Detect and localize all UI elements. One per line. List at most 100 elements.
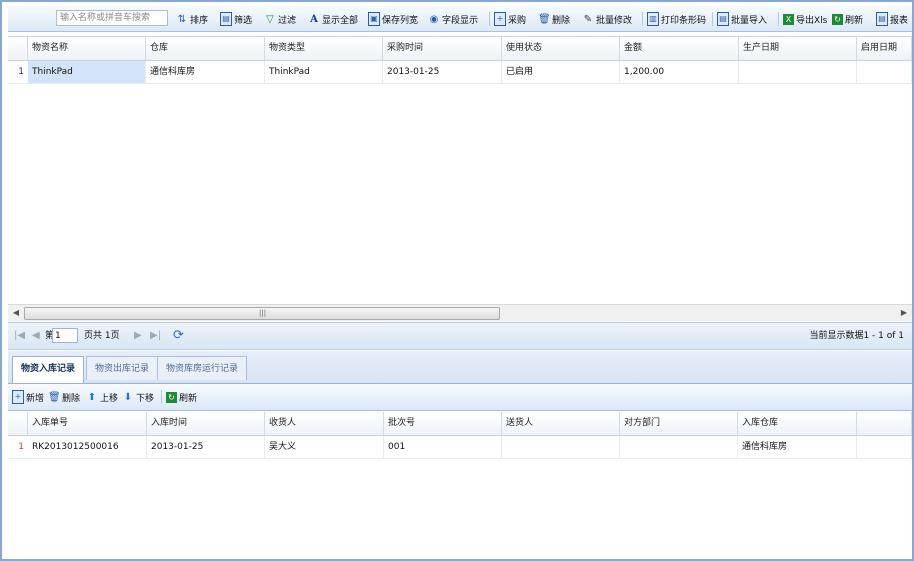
refresh-button[interactable]: ↻ 刷新 xyxy=(166,389,197,405)
tab-warehouse-records[interactable]: 物资库房运行记录 xyxy=(157,356,248,380)
rownum-header xyxy=(8,412,28,435)
table-cell[interactable]: 通信科库房 xyxy=(146,61,265,83)
report-button[interactable]: ▤ 报表 xyxy=(876,11,908,27)
toolbar-divider xyxy=(642,12,643,26)
rownum-header xyxy=(8,37,28,60)
column-header[interactable]: 收货人 xyxy=(265,412,384,435)
batch-edit-button[interactable]: ✎ 批量修改 xyxy=(582,11,632,27)
column-header[interactable]: 金额 xyxy=(620,37,739,60)
row-number: 1 xyxy=(18,67,24,77)
table-cell[interactable] xyxy=(620,436,738,458)
column-header[interactable]: 物资类型 xyxy=(265,37,383,60)
table-cell[interactable]: 2013-01-25 xyxy=(383,61,502,83)
first-page-icon[interactable]: |◀ xyxy=(14,329,25,343)
column-header[interactable]: 生产日期 xyxy=(739,37,857,60)
sort-label: 排序 xyxy=(190,15,209,26)
refresh-button[interactable]: ↻ 刷新 xyxy=(832,11,863,27)
horizontal-scrollbar[interactable]: ◀ ||| ▶ xyxy=(8,304,912,321)
tab-outbound-records[interactable]: 物资出库记录 xyxy=(86,356,159,380)
toolbar-divider xyxy=(712,12,713,26)
column-header[interactable]: 入库单号 xyxy=(28,412,147,435)
table-cell xyxy=(857,436,912,458)
table-cell[interactable]: ThinkPad xyxy=(28,61,146,83)
tab-strip: 物资入库记录 物资出库记录 物资库房运行记录 xyxy=(8,351,912,384)
arrow-up-icon: ⬆ xyxy=(87,391,97,403)
table-cell[interactable]: 001 xyxy=(384,436,502,458)
refresh-icon[interactable]: ⟳ xyxy=(173,328,184,343)
column-header[interactable]: 使用状态 xyxy=(502,37,620,60)
funnel-button[interactable]: ▽ 过滤 xyxy=(264,11,296,27)
table-cell[interactable] xyxy=(502,436,620,458)
column-header[interactable]: 入库仓库 xyxy=(738,412,857,435)
table-cell[interactable] xyxy=(857,61,912,83)
table-row[interactable]: 1 RK2013012500016 2013-01-25 吴大义 001 通信科… xyxy=(8,436,912,459)
column-header[interactable]: 仓库 xyxy=(146,37,265,60)
scroll-thumb[interactable]: ||| xyxy=(24,307,500,320)
delete-button[interactable]: 🗑 删除 xyxy=(538,11,570,27)
eye-icon: ◉ xyxy=(429,13,439,25)
table-cell[interactable]: ThinkPad xyxy=(265,61,383,83)
scroll-left-icon[interactable]: ◀ xyxy=(8,305,24,321)
table-row[interactable]: 1 ThinkPad 通信科库房 ThinkPad 2013-01-25 已启用… xyxy=(8,61,912,84)
grip-icon: ||| xyxy=(259,309,267,317)
add-doc-icon: + xyxy=(494,12,506,26)
font-icon: A xyxy=(310,13,318,25)
main-toolbar: 输入名称或拼音车搜索 ⇅ 排序 ▤ 筛选 ▽ 过滤 A 显示全部 ▣ 保存列宽 … xyxy=(8,6,912,32)
table-cell[interactable]: 1,200.00 xyxy=(620,61,739,83)
save-columns-button[interactable]: ▣ 保存列宽 xyxy=(368,11,418,27)
report-icon: ▤ xyxy=(876,12,888,26)
prev-page-icon[interactable]: ◀ xyxy=(32,329,40,343)
column-header[interactable]: 对方部门 xyxy=(620,412,738,435)
filter-icon: ▤ xyxy=(220,12,232,26)
field-display-button[interactable]: ◉ 字段显示 xyxy=(428,11,478,27)
column-header[interactable]: 物资名称 xyxy=(28,37,146,60)
purchase-label: 采购 xyxy=(508,15,527,26)
move-up-button[interactable]: ⬆ 上移 xyxy=(86,389,118,405)
page-total: 页共 1页 xyxy=(84,331,120,341)
tab-inbound-records[interactable]: 物资入库记录 xyxy=(12,356,85,383)
column-header[interactable]: 启用日期 xyxy=(857,37,912,60)
page-number-input[interactable]: 1 xyxy=(52,328,78,343)
scroll-right-icon[interactable]: ▶ xyxy=(896,305,912,321)
last-page-icon[interactable]: ▶| xyxy=(150,329,161,343)
toolbar-divider xyxy=(489,12,490,26)
purchase-button[interactable]: + 采购 xyxy=(494,11,526,27)
table-cell[interactable] xyxy=(739,61,857,83)
app-frame: 输入名称或拼音车搜索 ⇅ 排序 ▤ 筛选 ▽ 过滤 A 显示全部 ▣ 保存列宽 … xyxy=(0,0,914,561)
batch-import-label: 批量导入 xyxy=(731,15,768,26)
table-cell[interactable]: 2013-01-25 xyxy=(147,436,265,458)
column-header xyxy=(857,412,912,435)
export-xls-button[interactable]: X 导出Xls xyxy=(783,11,827,27)
materials-grid: 物资名称 仓库 物资类型 采购时间 使用状态 金额 生产日期 启用日期 1 Th… xyxy=(8,36,912,305)
new-button[interactable]: + 新增 xyxy=(12,389,44,405)
save-columns-label: 保存列宽 xyxy=(382,15,419,26)
show-all-label: 显示全部 xyxy=(322,15,359,26)
table-cell[interactable]: 已启用 xyxy=(502,61,620,83)
filter-button[interactable]: ▤ 筛选 xyxy=(220,11,252,27)
arrow-down-icon: ⬇ xyxy=(123,391,133,403)
filter-label: 筛选 xyxy=(234,15,253,26)
column-header[interactable]: 入库时间 xyxy=(147,412,265,435)
table-cell[interactable]: RK2013012500016 xyxy=(28,436,147,458)
pagination-bar: |◀ ◀ 第 1 页共 1页 ▶ ▶| ⟳ 当前显示数据1 - 1 of 1 xyxy=(8,322,912,350)
grid-header: 入库单号 入库时间 收货人 批次号 送货人 对方部门 入库仓库 xyxy=(8,412,912,436)
refresh-label: 刷新 xyxy=(845,15,864,26)
column-header[interactable]: 批次号 xyxy=(384,412,502,435)
table-cell[interactable]: 通信科库房 xyxy=(738,436,857,458)
column-header[interactable]: 采购时间 xyxy=(383,37,502,60)
show-all-button[interactable]: A 显示全部 xyxy=(308,11,358,27)
print-barcode-button[interactable]: ▥ 打印条形码 xyxy=(647,11,706,27)
pencil-icon: ✎ xyxy=(583,13,593,25)
funnel-icon: ▽ xyxy=(266,13,274,25)
sort-button[interactable]: ⇅ 排序 xyxy=(176,11,208,27)
funnel-label: 过滤 xyxy=(278,15,297,26)
batch-import-button[interactable]: ▤ 批量导入 xyxy=(717,11,767,27)
next-page-icon[interactable]: ▶ xyxy=(134,329,142,343)
move-down-button[interactable]: ⬇ 下移 xyxy=(122,389,154,405)
delete-button[interactable]: 🗑 删除 xyxy=(48,389,80,405)
search-input[interactable]: 输入名称或拼音车搜索 xyxy=(56,10,168,26)
column-header[interactable]: 送货人 xyxy=(502,412,620,435)
table-cell[interactable]: 吴大义 xyxy=(265,436,384,458)
excel-icon: X xyxy=(783,13,794,25)
new-label: 新增 xyxy=(26,393,45,404)
